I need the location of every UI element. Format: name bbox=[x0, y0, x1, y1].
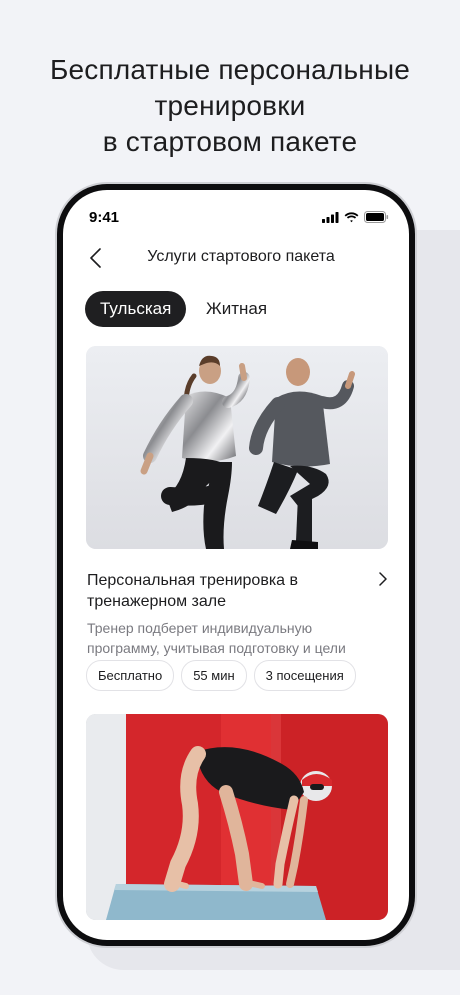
tag-price: Бесплатно bbox=[86, 660, 175, 691]
card-tags: Бесплатно 55 мин 3 посещения bbox=[86, 660, 356, 691]
promo-headline: Бесплатные персональные тренировки в ста… bbox=[0, 52, 460, 160]
promo-headline-line-3: в стартовом пакете bbox=[102, 126, 358, 157]
battery-icon bbox=[364, 211, 389, 223]
tag-visits: 3 посещения bbox=[253, 660, 356, 691]
card-description: Тренер подберет индивидуальную программу… bbox=[87, 620, 346, 656]
signal-icon bbox=[322, 211, 339, 223]
phone-frame: 9:41 Услуги стартового пакета Тульская Ж… bbox=[57, 184, 415, 946]
status-bar: 9:41 bbox=[63, 190, 409, 234]
tag-duration: 55 мин bbox=[181, 660, 247, 691]
gym-training-illustration bbox=[86, 346, 388, 549]
gym-training-photo[interactable] bbox=[86, 346, 388, 549]
chevron-right-icon[interactable] bbox=[375, 571, 391, 587]
status-icons bbox=[322, 211, 389, 223]
promo-headline-line-1: Бесплатные персональные bbox=[49, 54, 411, 85]
segment-zhitnaya[interactable]: Житная bbox=[191, 291, 282, 327]
segment-tulskaya[interactable]: Тульская bbox=[85, 291, 187, 327]
app-screen: 9:41 Услуги стартового пакета Тульская Ж… bbox=[63, 190, 409, 940]
status-time: 9:41 bbox=[89, 209, 120, 226]
swimmer-illustration bbox=[86, 714, 388, 920]
card-title[interactable]: Персональная тренировка в тренажерном за… bbox=[87, 570, 347, 612]
promo-headline-line-2: тренировки bbox=[154, 90, 306, 121]
wifi-icon bbox=[344, 211, 359, 222]
page-title: Услуги стартового пакета bbox=[147, 248, 335, 265]
swimmer-photo[interactable] bbox=[86, 714, 388, 920]
